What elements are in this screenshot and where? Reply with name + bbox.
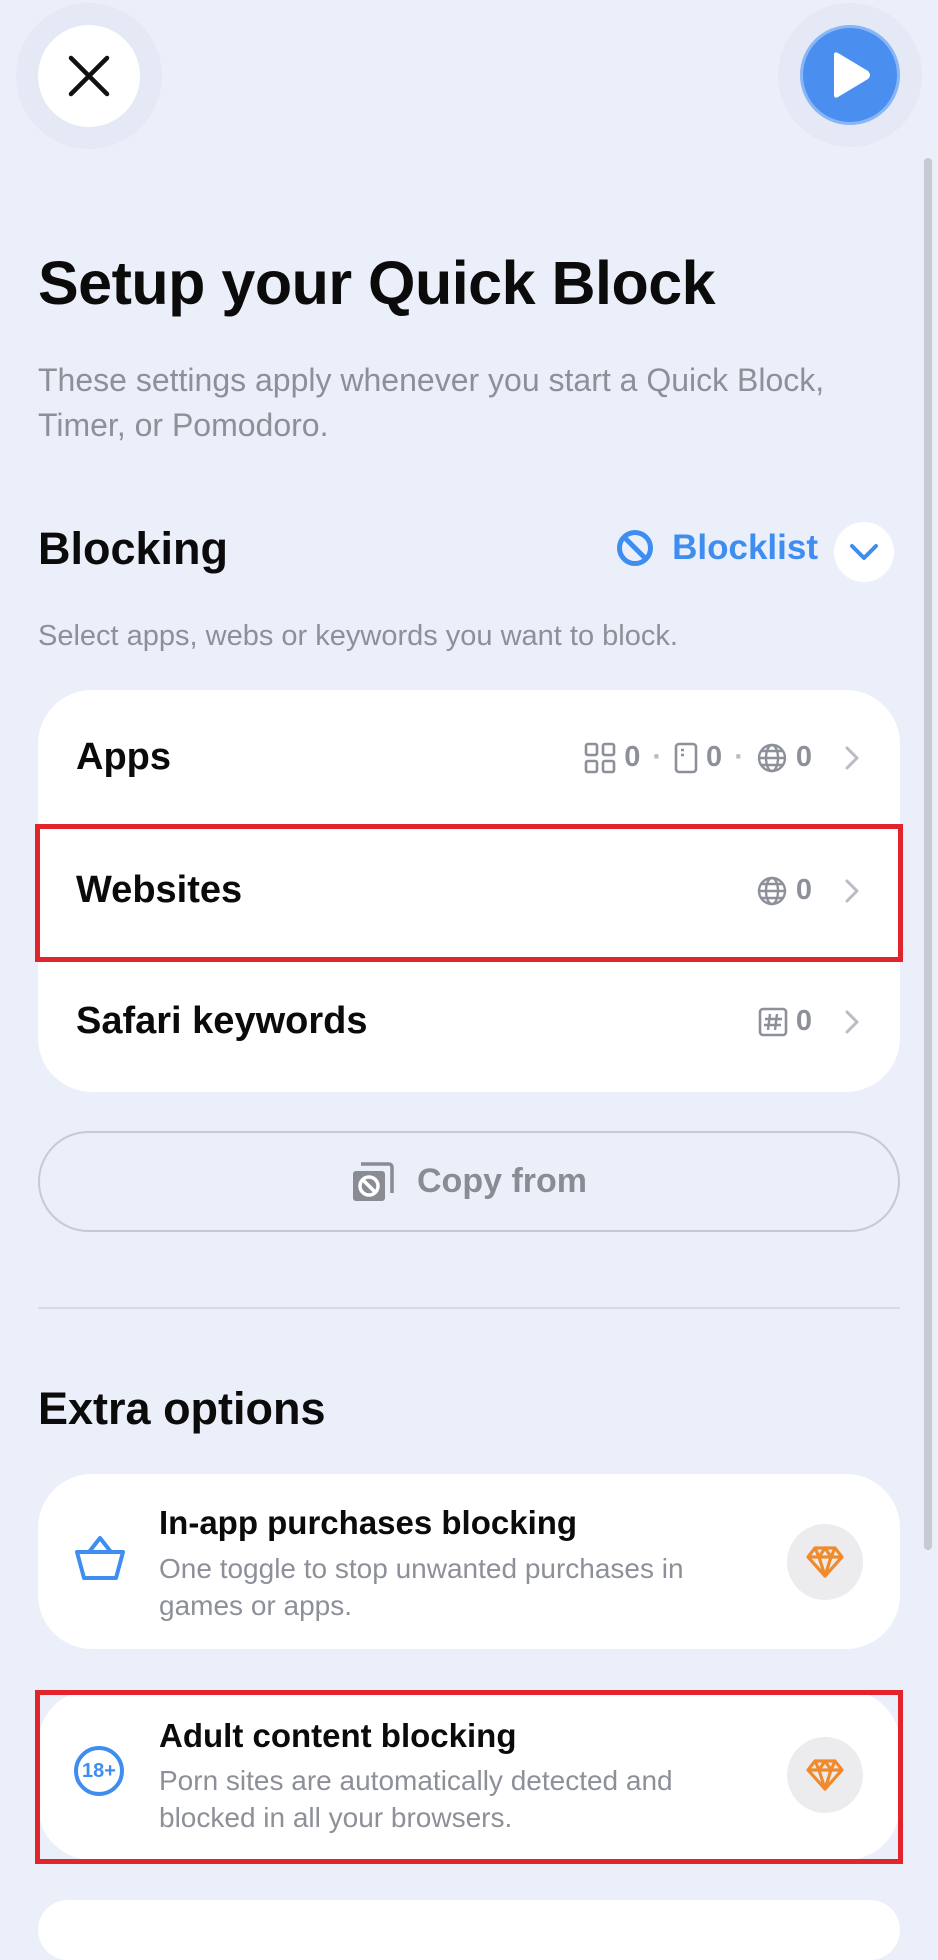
categories-count: 0 bbox=[706, 741, 723, 773]
page-title: Setup your Quick Block bbox=[38, 249, 716, 317]
iap-blocking-card[interactable]: In-app purchases blocking One toggle to … bbox=[38, 1474, 900, 1649]
block-icon bbox=[617, 530, 654, 566]
section-divider bbox=[38, 1307, 900, 1309]
blocklist-selector[interactable]: Blocklist bbox=[616, 528, 818, 568]
blocklist-label: Blocklist bbox=[672, 528, 818, 567]
keywords-count: 0 bbox=[795, 1005, 812, 1037]
blocking-hint: Select apps, webs or keywords you want t… bbox=[38, 620, 678, 652]
diamond-icon bbox=[806, 1546, 844, 1578]
blocking-heading: Blocking bbox=[38, 523, 229, 574]
chevron-down-icon bbox=[850, 544, 878, 560]
copy-from-button[interactable]: Copy from bbox=[38, 1131, 900, 1232]
web-count: 0 bbox=[795, 741, 812, 773]
chevron-right-icon bbox=[845, 1010, 859, 1033]
copy-from-label: Copy from bbox=[417, 1162, 587, 1200]
safari-keywords-label: Safari keywords bbox=[76, 1000, 368, 1042]
hashtag-icon bbox=[758, 1007, 788, 1036]
close-icon bbox=[68, 55, 110, 97]
extra-options-heading: Extra options bbox=[38, 1383, 326, 1434]
separator-dot: · bbox=[652, 741, 663, 773]
safari-keywords-row[interactable]: Safari keywords 0 bbox=[38, 956, 900, 1087]
apps-count: 0 bbox=[624, 741, 641, 773]
apps-label: Apps bbox=[76, 736, 171, 778]
device-icon bbox=[674, 742, 698, 773]
blocklist-dropdown-button[interactable] bbox=[834, 522, 894, 582]
iap-title: In-app purchases blocking bbox=[159, 1504, 578, 1541]
play-icon bbox=[834, 52, 870, 98]
app-grid-icon bbox=[584, 742, 616, 773]
globe-icon bbox=[757, 743, 787, 772]
apps-row[interactable]: Apps 0 · 0 · 0 bbox=[38, 692, 900, 823]
start-button[interactable] bbox=[800, 25, 900, 125]
premium-badge[interactable] bbox=[787, 1524, 863, 1600]
scrollbar[interactable] bbox=[924, 158, 932, 1550]
next-option-card[interactable] bbox=[38, 1900, 900, 1960]
highlight-adult-content bbox=[35, 1690, 903, 1864]
separator-dot: · bbox=[734, 741, 744, 773]
page-subtitle: These settings apply whenever you start … bbox=[38, 362, 825, 443]
copy-block-icon bbox=[353, 1161, 394, 1201]
iap-description: One toggle to stop unwanted purchases in… bbox=[159, 1553, 684, 1621]
basket-icon bbox=[75, 1536, 125, 1580]
chevron-right-icon bbox=[845, 746, 859, 769]
highlight-websites bbox=[35, 824, 903, 962]
close-button[interactable] bbox=[38, 25, 140, 127]
